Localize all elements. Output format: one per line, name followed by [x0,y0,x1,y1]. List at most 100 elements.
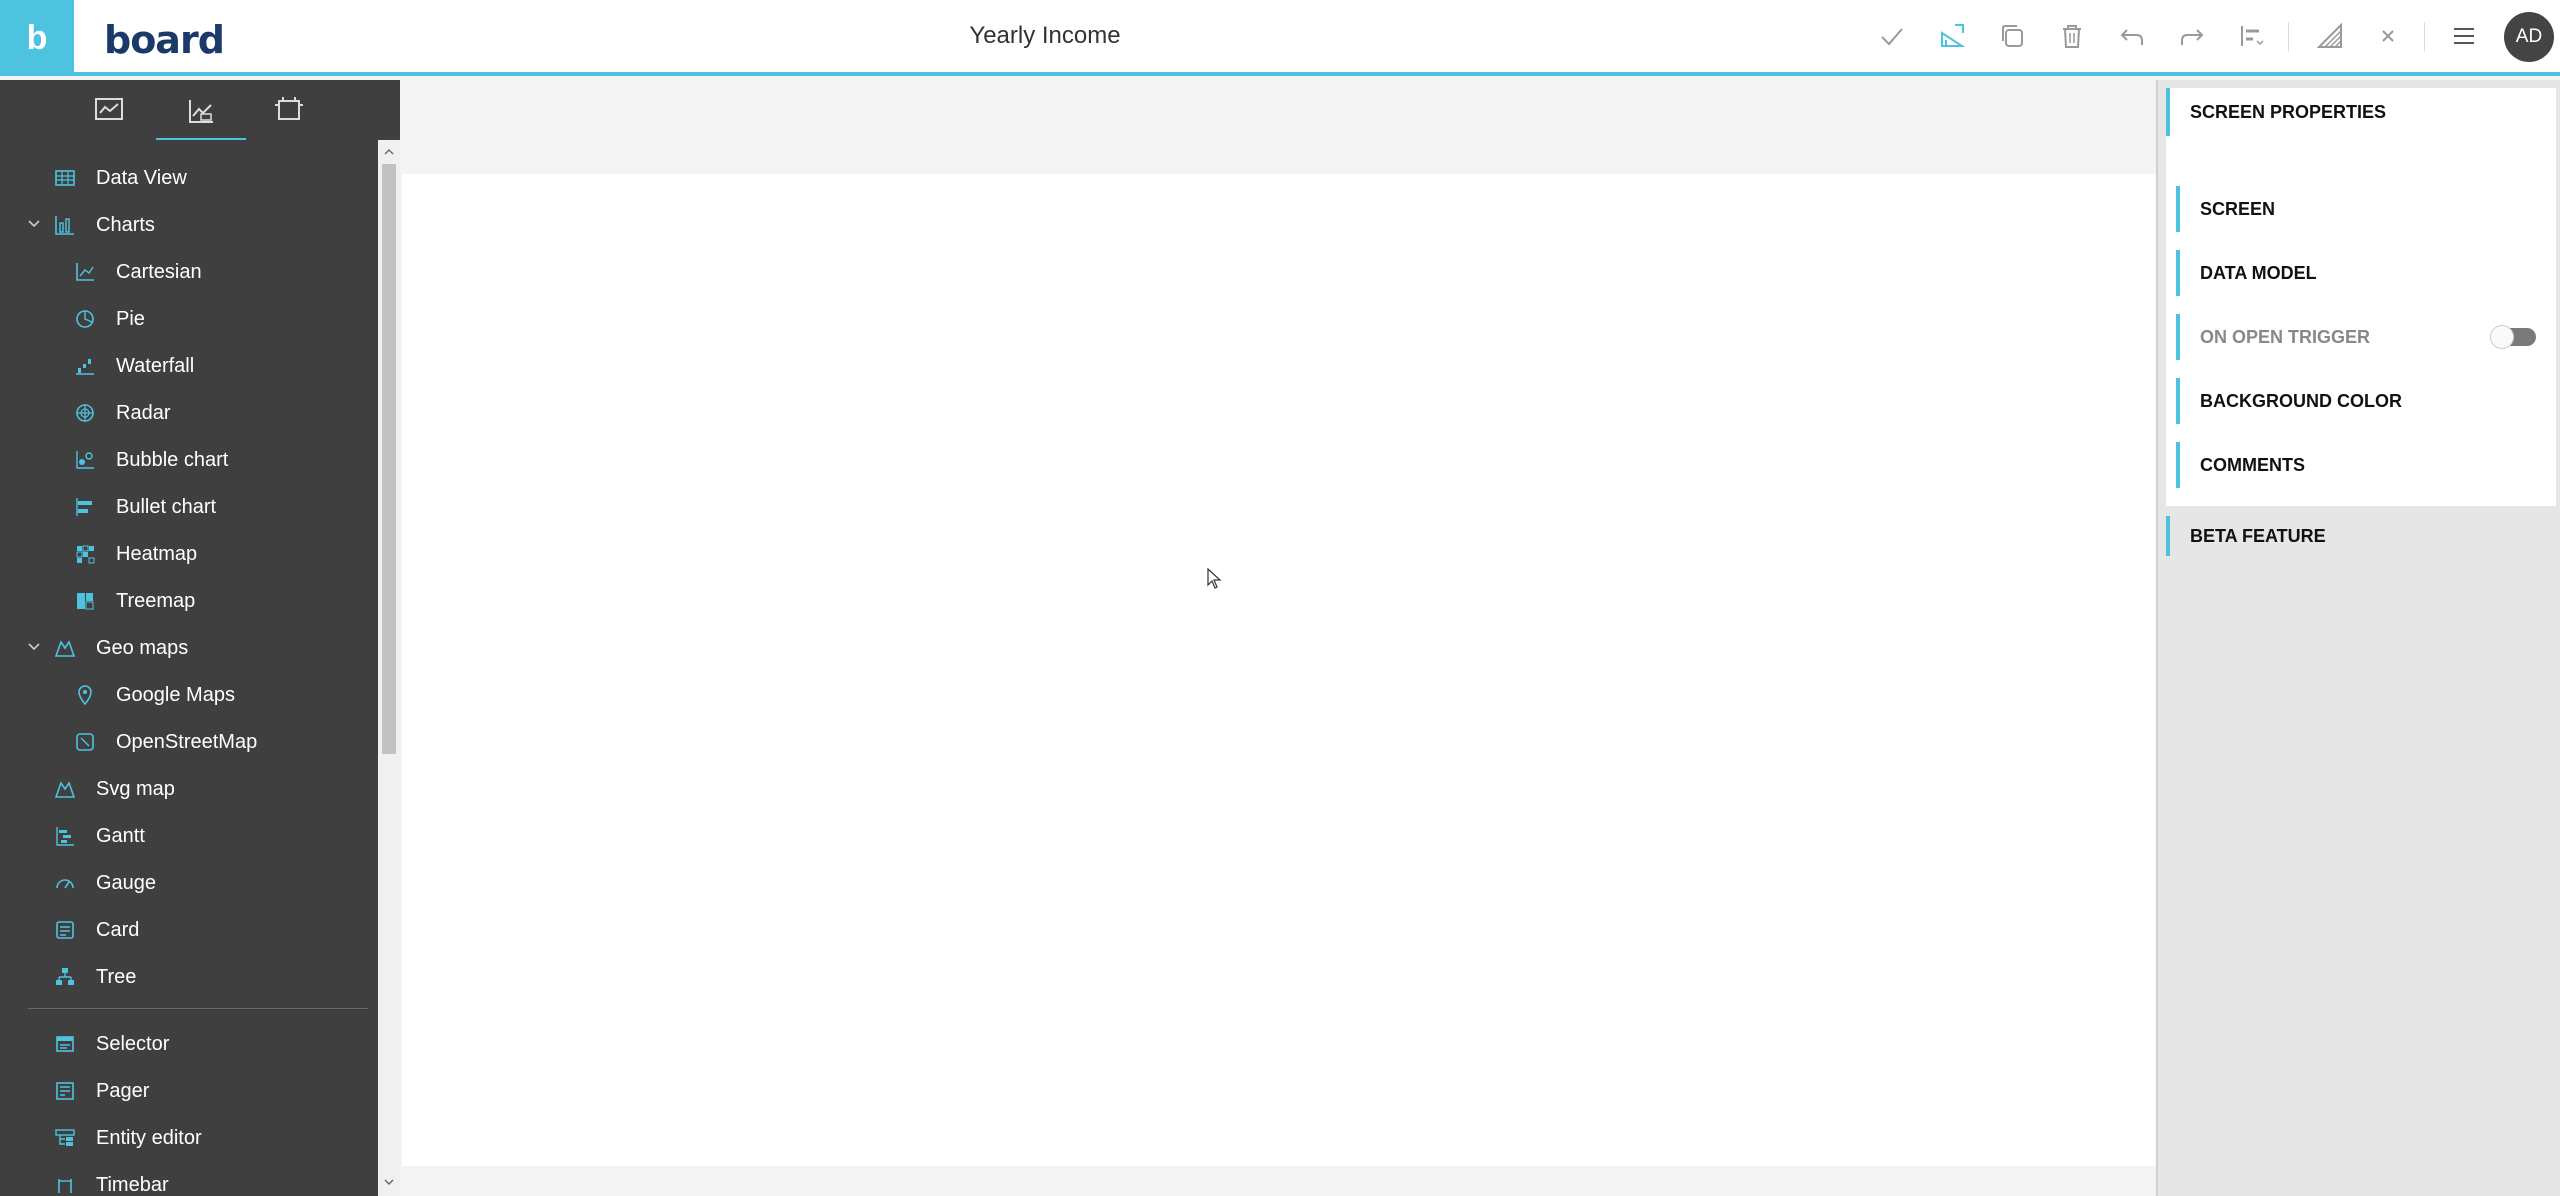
list-item-entity-editor[interactable]: Entity editor [50,1118,202,1158]
objects-tab-icon[interactable] [156,92,246,140]
map-icon [50,633,80,663]
street-map-icon [70,727,100,757]
treemap-icon [70,586,100,616]
top-bar: b board Yearly Income AD [0,0,2560,76]
panel-item-label: COMMENTS [2200,454,2305,475]
list-item-label: Svg map [96,777,175,800]
table-icon [50,163,80,193]
scroll-up-icon[interactable] [383,146,395,158]
list-item-pager[interactable]: Pager [50,1071,149,1111]
panel-item-on-open-trigger[interactable]: ON OPEN TRIGGER [2176,314,2546,360]
toolbar-separator [2424,22,2425,52]
panel-header: SCREEN PROPERTIES [2166,88,2556,136]
list-item-tree[interactable]: Tree [50,957,136,997]
panel-item-background-color[interactable]: BACKGROUND COLOR [2176,378,2546,424]
list-divider [28,1008,368,1009]
list-group-geo-maps[interactable]: Geo maps [28,628,189,668]
list-item-treemap[interactable]: Treemap [70,581,195,621]
avatar[interactable]: AD [2504,12,2554,62]
list-item-google-maps[interactable]: Google Maps [70,675,235,715]
pie-icon [70,304,100,334]
on-open-trigger-toggle[interactable] [2490,325,2536,349]
bullet-chart-icon [70,492,100,522]
panel-item-screen[interactable]: SCREEN [2176,186,2546,232]
list-item-label: Bubble chart [116,448,229,471]
panel-item-label: BETA FEATURE [2190,525,2326,546]
list-item-timebar[interactable]: Timebar [50,1165,169,1196]
list-item-bubble-chart[interactable]: Bubble chart [70,440,228,480]
trash-icon[interactable] [2054,18,2090,54]
objects-sidebar: Data View Charts Cartesian Pie Waterfall… [0,80,400,1196]
list-item-label: Google Maps [116,683,235,706]
panel-item-comments[interactable]: COMMENTS [2176,442,2546,488]
gauge-icon [50,868,80,898]
copy-icon[interactable] [1994,18,2030,54]
map-pin-icon [70,680,100,710]
list-item-label: Timebar [96,1173,169,1196]
screen-canvas[interactable] [402,174,2156,1166]
check-icon[interactable] [1874,18,1910,54]
list-group-charts[interactable]: Charts [28,205,155,245]
pencil-ruler-icon[interactable] [2312,18,2348,54]
list-item-label: Card [96,918,140,941]
app-launcher-button[interactable]: b [0,0,74,76]
list-item-label: Heatmap [116,542,198,565]
bar-chart-icon [50,210,80,240]
panel-section-box: SCREEN DATA MODEL ON OPEN TRIGGER BACKGR… [2166,136,2556,506]
list-item-gauge[interactable]: Gauge [50,863,156,903]
bubble-chart-icon [70,445,100,475]
list-item-openstreetmap[interactable]: OpenStreetMap [70,722,257,762]
pager-icon [50,1076,80,1106]
brand-letter: b [26,18,48,57]
chevron-down-icon[interactable] [24,214,44,234]
canvas-header-band [402,80,2156,174]
layout-edit-icon[interactable] [1934,18,1970,54]
chevron-down-icon[interactable] [24,637,44,657]
page-title: Yearly Income [969,22,1121,49]
screen-tab-icon[interactable] [64,92,154,128]
redo-icon[interactable] [2174,18,2210,54]
selector-icon [50,1029,80,1059]
close-icon[interactable] [2370,18,2406,54]
layout-tab-icon[interactable] [244,92,334,128]
scroll-thumb[interactable] [382,164,396,754]
panel-item-beta-feature[interactable]: BETA FEATURE [2166,516,2556,556]
radar-icon [70,398,100,428]
mouse-cursor-icon [1207,568,1222,589]
list-item-label: Treemap [116,589,196,612]
list-item-cartesian[interactable]: Cartesian [70,252,202,292]
svg-map-icon [50,774,80,804]
canvas-footer-band [402,1166,2156,1196]
list-item-label: OpenStreetMap [116,730,258,753]
list-item-label: Geo maps [96,636,189,659]
list-item-label: Pager [96,1079,150,1102]
panel-item-label: SCREEN [2200,198,2276,219]
list-item-selector[interactable]: Selector [50,1024,169,1064]
list-item-svg-map[interactable]: Svg map [50,769,175,809]
waterfall-icon [70,351,100,381]
heatmap-icon [70,539,100,569]
timebar-icon [50,1170,80,1196]
list-item-heatmap[interactable]: Heatmap [70,534,197,574]
list-item-gantt[interactable]: Gantt [50,816,145,856]
list-item-pie[interactable]: Pie [70,299,145,339]
list-item-radar[interactable]: Radar [70,393,170,433]
sidebar-tabs [0,80,400,140]
list-item-card[interactable]: Card [50,910,139,950]
list-item-label: Tree [96,965,137,988]
object-list: Data View Charts Cartesian Pie Waterfall… [0,140,378,1196]
list-item-label: Gantt [96,824,145,847]
list-item-data-view[interactable]: Data View [50,158,187,198]
scroll-down-icon[interactable] [383,1176,395,1188]
align-icon[interactable] [2234,18,2270,54]
list-item-bullet-chart[interactable]: Bullet chart [70,487,216,527]
panel-item-data-model[interactable]: DATA MODEL [2176,250,2546,296]
panel-item-label: ON OPEN TRIGGER [2200,326,2371,347]
undo-icon[interactable] [2114,18,2150,54]
sidebar-scrollbar[interactable] [378,140,400,1196]
card-icon [50,915,80,945]
menu-icon[interactable] [2446,18,2482,54]
toggle-knob [2490,325,2514,349]
list-item-waterfall[interactable]: Waterfall [70,346,194,386]
cartesian-icon [70,257,100,287]
